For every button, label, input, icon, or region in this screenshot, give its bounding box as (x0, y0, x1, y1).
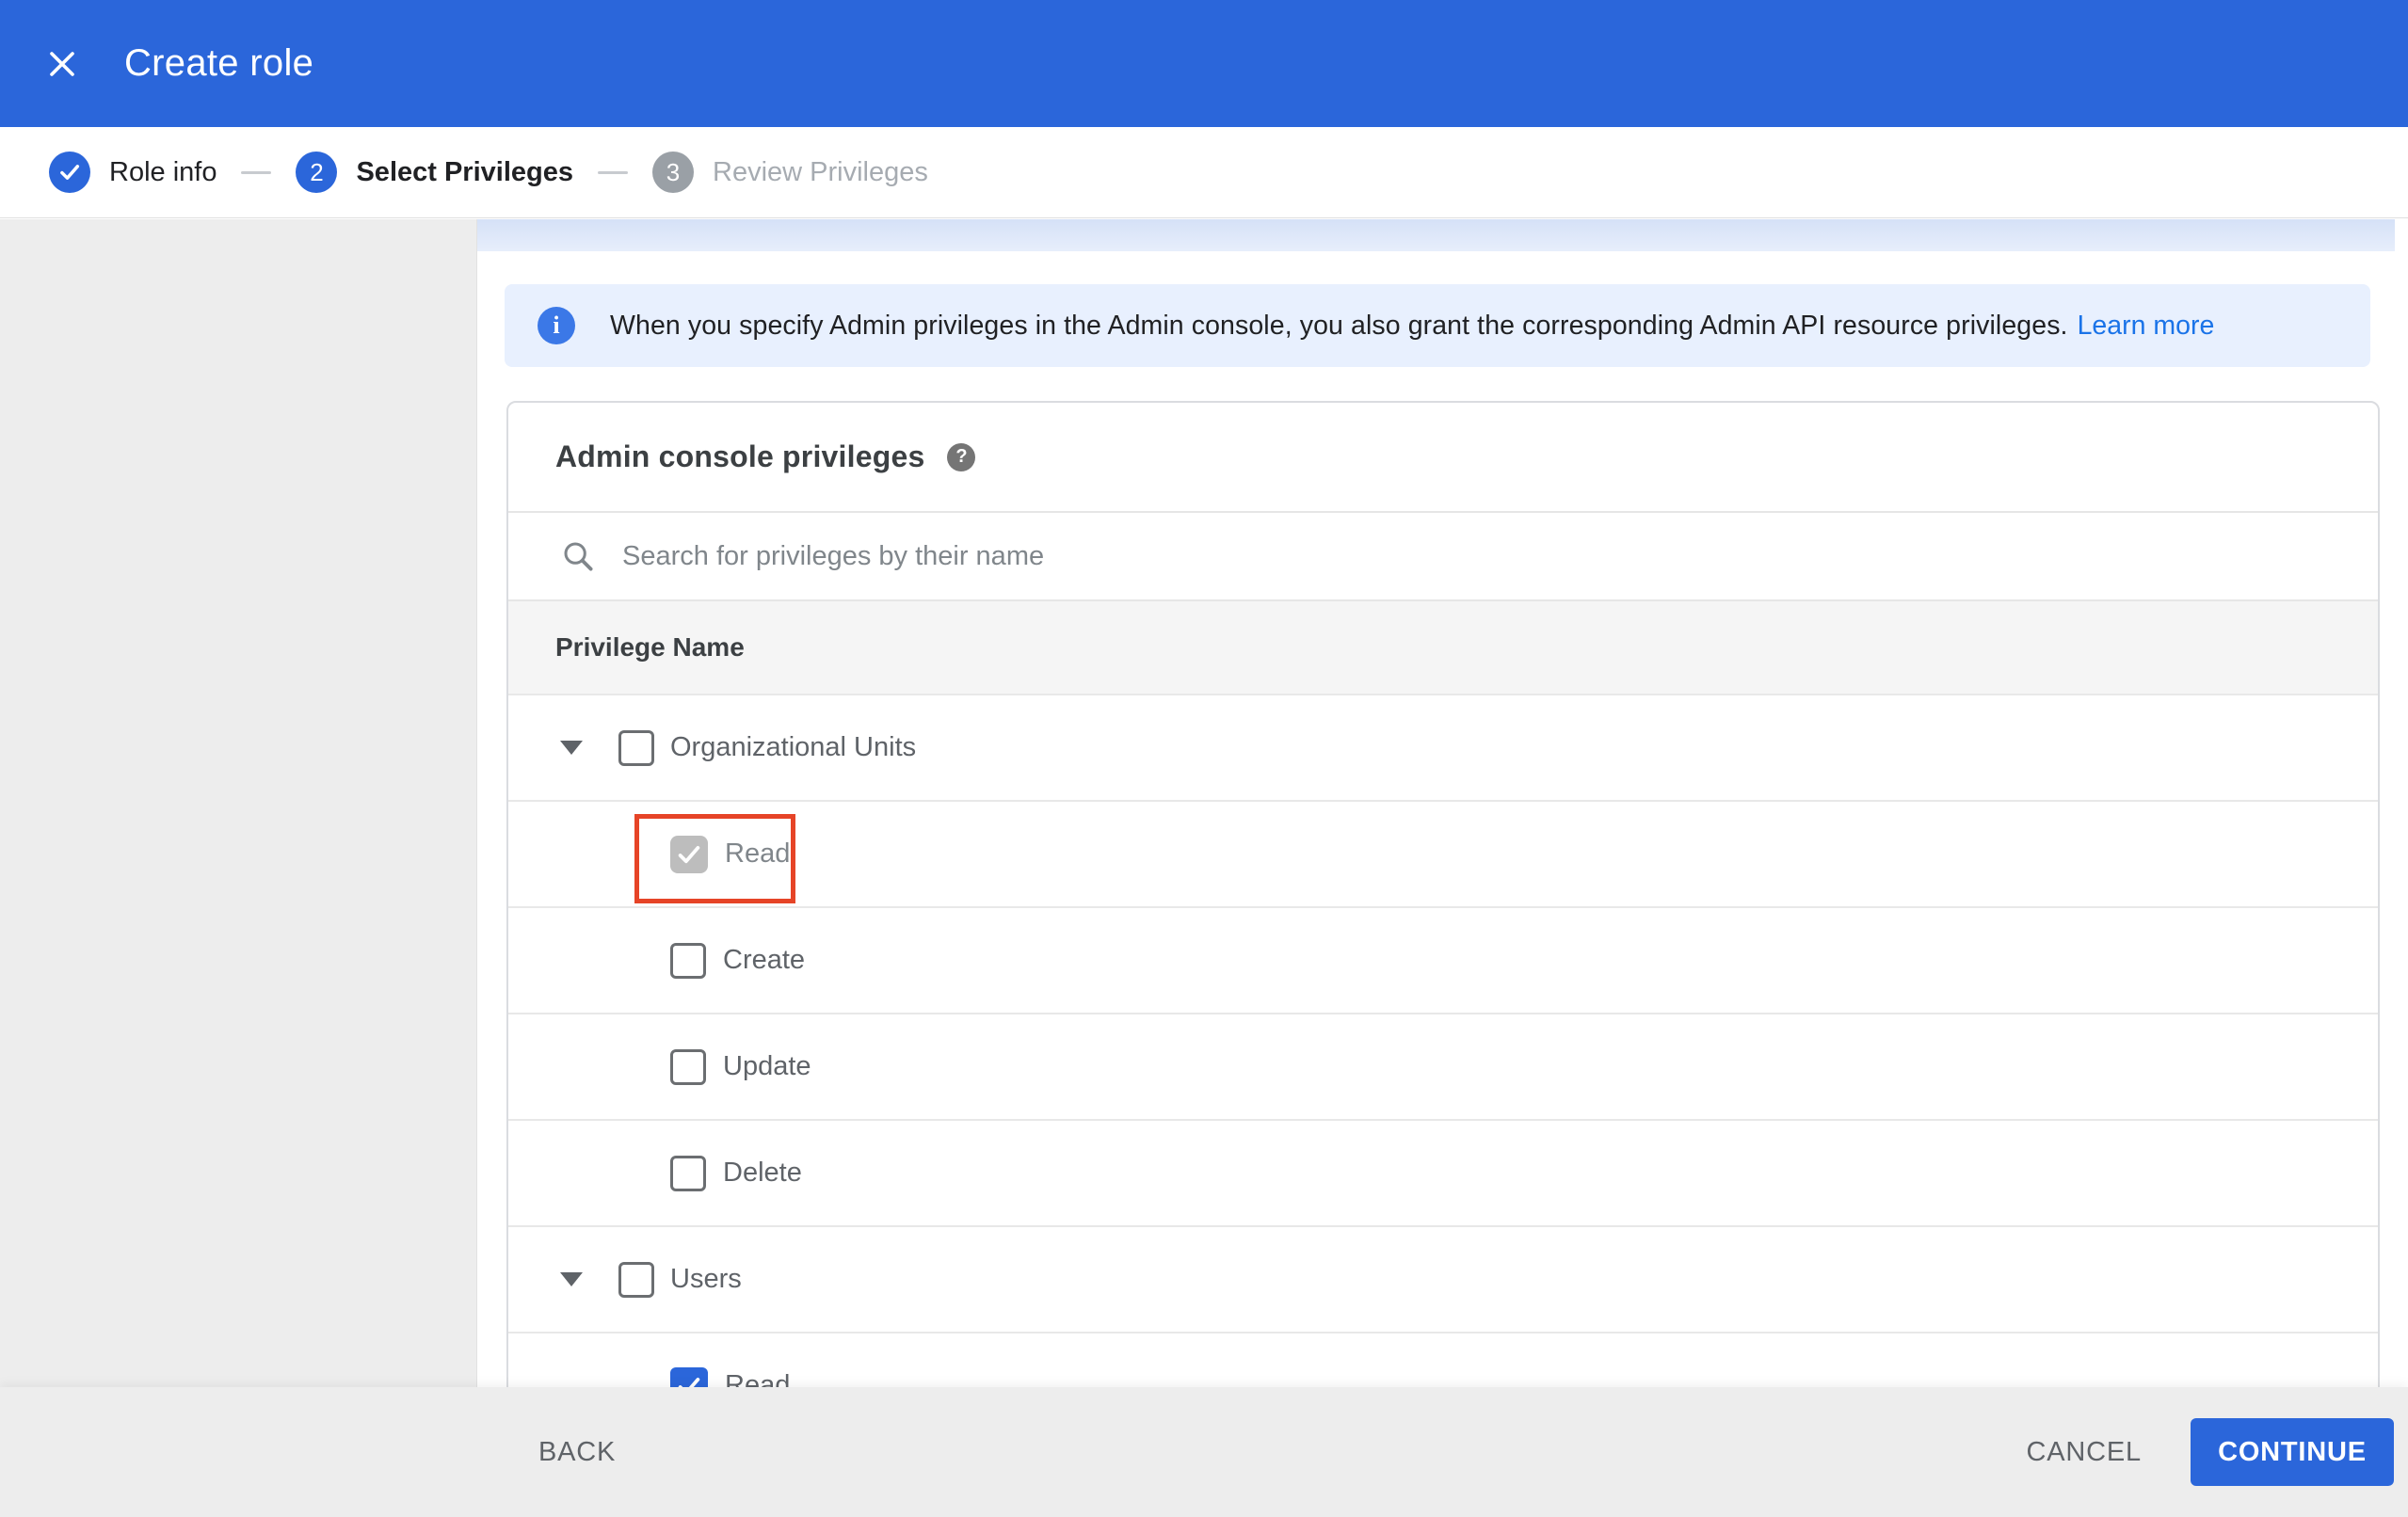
privilege-label: Users (670, 1264, 742, 1294)
privilege-row-ou-create: Create (508, 906, 2378, 1013)
privilege-label: Delete (723, 1158, 802, 1188)
page-title: Create role (124, 42, 314, 84)
privilege-search-row (508, 511, 2378, 599)
step-select-privileges[interactable]: 2 Select Privileges (296, 152, 573, 193)
check-icon (675, 840, 703, 869)
privilege-label: Update (723, 1051, 811, 1081)
privilege-search-input[interactable] (622, 540, 1940, 572)
organizational-units-checkbox[interactable] (618, 729, 654, 766)
check-icon (57, 160, 82, 184)
privilege-row-ou-update: Update (508, 1013, 2378, 1119)
read-checkbox-checked-disabled[interactable] (670, 835, 708, 873)
card-title: Admin console privileges (555, 439, 925, 473)
search-icon (560, 538, 596, 574)
step-completed-circle (49, 152, 90, 193)
update-checkbox[interactable] (670, 1048, 706, 1085)
collapse-caret-icon[interactable] (560, 741, 583, 755)
privilege-row-users: Users (508, 1225, 2378, 1332)
step-connector (598, 170, 628, 174)
wizard-stepper: Role info 2 Select Privileges 3 Review P… (0, 127, 2408, 218)
continue-button[interactable]: CONTINUE (2191, 1418, 2394, 1486)
privilege-row-organizational-units: Organizational Units (508, 694, 2378, 800)
dialog-body: i When you specify Admin privileges in t… (0, 219, 2408, 1517)
close-icon (46, 48, 78, 80)
privileges-card: Admin console privileges ? Privilege Nam… (506, 401, 2380, 1517)
step-number-circle: 2 (296, 152, 338, 193)
step-review-privileges[interactable]: 3 Review Privileges (652, 152, 928, 193)
privilege-row-ou-delete: Delete (508, 1119, 2378, 1225)
step-label: Select Privileges (356, 156, 573, 187)
info-icon: i (538, 307, 575, 344)
cancel-button[interactable]: CANCEL (2008, 1424, 2160, 1481)
back-button[interactable]: BACK (533, 1424, 621, 1481)
create-checkbox[interactable] (670, 942, 706, 979)
users-checkbox[interactable] (618, 1261, 654, 1298)
privilege-label: Read (725, 838, 791, 869)
left-sidebar (0, 219, 477, 1517)
dialog-titlebar: Create role (0, 0, 2408, 127)
learn-more-link[interactable]: Learn more (2078, 311, 2215, 342)
scrollbar-track[interactable] (2395, 219, 2408, 1517)
info-banner: i When you specify Admin privileges in t… (505, 284, 2370, 367)
step-connector (241, 170, 272, 174)
column-header: Privilege Name (508, 599, 2378, 694)
card-header: Admin console privileges ? (508, 403, 2378, 511)
delete-checkbox[interactable] (670, 1155, 706, 1191)
step-number-circle: 3 (652, 152, 694, 193)
info-banner-text: When you specify Admin privileges in the… (610, 310, 2068, 341)
step-role-info[interactable]: Role info (49, 152, 217, 193)
dialog-footer: BACK CANCEL CONTINUE (0, 1387, 2408, 1517)
step-label: Role info (109, 156, 217, 187)
step-label: Review Privileges (713, 156, 928, 187)
close-button[interactable] (32, 34, 92, 94)
collapse-caret-icon[interactable] (560, 1272, 583, 1286)
content-area: i When you specify Admin privileges in t… (477, 219, 2408, 1517)
scrolled-banner-edge (477, 219, 2395, 251)
privilege-row-ou-read: Read (508, 800, 2378, 906)
privilege-label: Create (723, 945, 806, 975)
privilege-label: Organizational Units (670, 732, 917, 762)
help-icon[interactable]: ? (947, 442, 976, 471)
